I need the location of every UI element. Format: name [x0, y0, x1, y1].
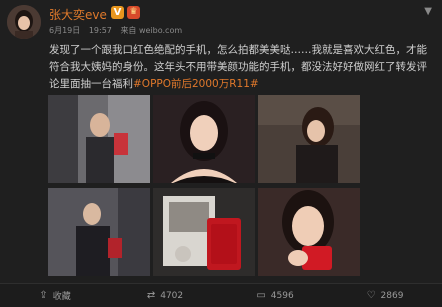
like-button[interactable]: ♡ 2869 — [330, 284, 440, 307]
avatar[interactable] — [7, 5, 41, 39]
username[interactable]: 张大奕eve — [49, 6, 107, 23]
photo-6[interactable] — [258, 188, 360, 276]
photo-5[interactable] — [153, 188, 255, 276]
repost-button[interactable]: ⇄ 4702 — [110, 284, 220, 307]
photo-4[interactable] — [48, 188, 150, 276]
like-count: 2869 — [380, 290, 404, 301]
verified-badge-icon: V — [111, 6, 124, 19]
post-text: 发现了一个跟我口红色绝配的手机，怎么拍都美美哒……我就是喜欢大红色，才能符合我大… — [49, 42, 433, 93]
comment-icon: ▭ — [256, 290, 266, 301]
photo-grid — [48, 95, 360, 280]
repost-count: 4702 — [160, 290, 184, 301]
share-icon: ⇪ — [39, 290, 48, 301]
post-time[interactable]: 19:57 — [89, 26, 112, 35]
user-badges: V ♛ — [111, 6, 140, 19]
crown-badge-icon: ♛ — [127, 6, 140, 19]
comment-count: 4596 — [270, 290, 294, 301]
photo-3[interactable] — [258, 95, 360, 183]
post-meta: 6月19日 19:57 来自 weibo.com — [49, 25, 188, 36]
comment-button[interactable]: ▭ 4596 — [220, 284, 330, 307]
weibo-post: 张大奕eve V ♛ ▼ 6月19日 19:57 来自 weibo.com 发现… — [0, 0, 442, 307]
chevron-down-icon[interactable]: ▼ — [424, 6, 432, 17]
post-source: 来自 weibo.com — [120, 26, 183, 35]
photo-1[interactable] — [48, 95, 150, 183]
share-label: 收藏 — [52, 292, 71, 302]
repost-icon: ⇄ — [146, 290, 156, 301]
photo-2[interactable] — [153, 95, 255, 183]
hashtag-link[interactable]: #OPPO前后2000万R11# — [133, 78, 259, 90]
avatar-photo — [7, 5, 41, 39]
post-date[interactable]: 6月19日 — [49, 26, 80, 35]
action-bar: ⇪ 收藏 ⇄ 4702 ▭ 4596 ♡ 2869 — [0, 283, 442, 307]
like-icon: ♡ — [366, 290, 376, 301]
share-button[interactable]: ⇪ 收藏 — [0, 284, 110, 307]
